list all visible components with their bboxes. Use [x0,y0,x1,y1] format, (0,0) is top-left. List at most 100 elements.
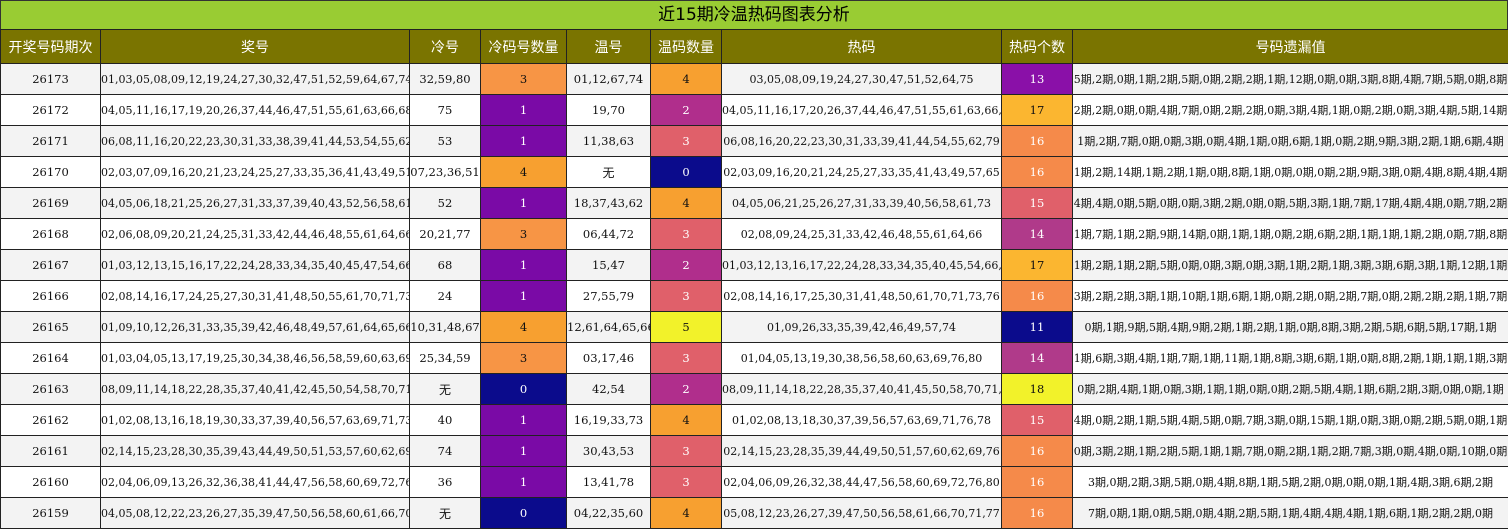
table-row: 26172 04,05,11,16,17,19,20,26,37,44,46,47… [0,94,1508,126]
missing-cell: 1期,2期,1期,2期,5期,0期,0期,3期,0期,3期,1期,2期,1期,3… [1072,249,1508,281]
numbers-cell: 02,14,15,23,28,30,35,39,43,44,49,50,51,5… [100,435,410,467]
warm-cell: 12,61,64,65,66 [566,311,651,343]
hot-count-cell: 17 [1001,94,1073,126]
period-cell: 26161 [0,435,101,467]
cold-cell: 36 [409,466,481,498]
hot-count-cell: 13 [1001,63,1073,95]
warm-count-cell: 2 [650,94,722,126]
cold-count-cell: 0 [480,497,567,529]
period-cell: 26160 [0,466,101,498]
header-cold-count: 冷码号数量 [480,29,567,64]
warm-count-cell: 4 [650,497,722,529]
hot-count-cell: 16 [1001,466,1073,498]
hot-cell: 02,08,09,24,25,31,33,42,46,48,55,61,64,6… [721,218,1002,250]
period-cell: 26166 [0,280,101,312]
warm-cell: 27,55,79 [566,280,651,312]
numbers-cell: 04,05,08,12,22,23,26,27,35,39,47,50,56,5… [100,497,410,529]
hot-cell: 08,09,11,14,18,22,28,35,37,40,41,45,50,5… [721,373,1002,405]
table-body: 26173 01,03,05,08,09,12,19,24,27,30,32,47… [0,63,1508,529]
period-cell: 26173 [0,63,101,95]
warm-cell: 11,38,63 [566,125,651,157]
cold-cell: 74 [409,435,481,467]
table-row: 26169 04,05,06,18,21,25,26,27,31,33,37,39… [0,187,1508,219]
cold-cell: 无 [409,373,481,405]
header-missing: 号码遗漏值 [1072,29,1508,64]
warm-cell: 01,12,67,74 [566,63,651,95]
missing-cell: 1期,2期,7期,0期,0期,3期,0期,4期,1期,0期,6期,1期,0期,2… [1072,125,1508,157]
missing-cell: 0期,2期,4期,1期,0期,3期,1期,1期,0期,0期,2期,5期,4期,1… [1072,373,1508,405]
hot-count-cell: 15 [1001,404,1073,436]
warm-cell: 16,19,33,73 [566,404,651,436]
table-row: 26165 01,09,10,12,26,31,33,35,39,42,46,48… [0,311,1508,343]
missing-cell: 1期,7期,1期,2期,9期,14期,0期,1期,1期,0期,2期,6期,2期,… [1072,218,1508,250]
cold-count-cell: 4 [480,311,567,343]
hot-count-cell: 18 [1001,373,1073,405]
period-cell: 26171 [0,125,101,157]
hot-cell: 02,04,06,09,26,32,38,44,47,56,58,60,69,7… [721,466,1002,498]
table-row: 26168 02,06,08,09,20,21,24,25,31,33,42,44… [0,218,1508,250]
hot-cell: 05,08,12,23,26,27,39,47,50,56,58,61,66,7… [721,497,1002,529]
table-row: 26167 01,03,12,13,15,16,17,22,24,28,33,34… [0,249,1508,281]
cold-count-cell: 1 [480,94,567,126]
cold-cell: 24 [409,280,481,312]
period-cell: 26172 [0,94,101,126]
hot-count-cell: 15 [1001,187,1073,219]
warm-count-cell: 3 [650,342,722,374]
hot-count-cell: 11 [1001,311,1073,343]
warm-cell: 42,54 [566,373,651,405]
cold-count-cell: 3 [480,342,567,374]
cold-cell: 25,34,59 [409,342,481,374]
period-cell: 26168 [0,218,101,250]
numbers-cell: 06,08,11,16,20,22,23,30,31,33,38,39,41,4… [100,125,410,157]
warm-count-cell: 5 [650,311,722,343]
period-cell: 26159 [0,497,101,529]
numbers-cell: 01,03,12,13,15,16,17,22,24,28,33,34,35,4… [100,249,410,281]
cold-cell: 32,59,80 [409,63,481,95]
numbers-cell: 04,05,11,16,17,19,20,26,37,44,46,47,51,5… [100,94,410,126]
cold-cell: 75 [409,94,481,126]
period-cell: 26162 [0,404,101,436]
hot-cell: 02,14,15,23,28,35,39,44,49,50,51,57,60,6… [721,435,1002,467]
warm-count-cell: 3 [650,218,722,250]
cold-cell: 无 [409,497,481,529]
missing-cell: 4期,4期,0期,5期,0期,0期,3期,2期,0期,0期,5期,3期,1期,7… [1072,187,1508,219]
warm-cell: 13,41,78 [566,466,651,498]
numbers-cell: 01,03,05,08,09,12,19,24,27,30,32,47,51,5… [100,63,410,95]
cold-count-cell: 0 [480,373,567,405]
cold-cell: 53 [409,125,481,157]
numbers-cell: 01,09,10,12,26,31,33,35,39,42,46,48,49,5… [100,311,410,343]
numbers-cell: 04,05,06,18,21,25,26,27,31,33,37,39,40,4… [100,187,410,219]
warm-cell: 18,37,43,62 [566,187,651,219]
warm-count-cell: 3 [650,125,722,157]
missing-cell: 0期,3期,2期,1期,2期,5期,1期,1期,7期,0期,2期,1期,2期,7… [1072,435,1508,467]
header-hot: 热码 [721,29,1002,64]
table-row: 26159 04,05,08,12,22,23,26,27,35,39,47,50… [0,497,1508,529]
warm-cell: 03,17,46 [566,342,651,374]
analysis-table: 开奖号码期次 奖号 冷号 冷码号数量 温号 温码数量 热码 热码个数 号码遗漏值… [0,29,1508,529]
missing-cell: 0期,1期,9期,5期,4期,9期,2期,1期,2期,1期,0期,8期,3期,2… [1072,311,1508,343]
warm-count-cell: 4 [650,404,722,436]
hot-count-cell: 16 [1001,156,1073,188]
missing-cell: 4期,0期,2期,1期,5期,4期,5期,0期,7期,3期,0期,15期,1期,… [1072,404,1508,436]
warm-cell: 19,70 [566,94,651,126]
warm-cell: 30,43,53 [566,435,651,467]
page-title: 近15期冷温热码图表分析 [0,0,1508,30]
cold-count-cell: 1 [480,125,567,157]
hot-cell: 01,03,12,13,16,17,22,24,28,33,34,35,40,4… [721,249,1002,281]
cold-cell: 20,21,77 [409,218,481,250]
cold-cell: 52 [409,187,481,219]
numbers-cell: 08,09,11,14,18,22,28,35,37,40,41,42,45,5… [100,373,410,405]
cold-count-cell: 3 [480,63,567,95]
cold-count-cell: 1 [480,187,567,219]
period-cell: 26165 [0,311,101,343]
header-period: 开奖号码期次 [0,29,101,64]
header-cold: 冷号 [409,29,481,64]
table-row: 26162 01,02,08,13,16,18,19,30,33,37,39,40… [0,404,1508,436]
hot-cell: 02,03,09,16,20,21,24,25,27,33,35,41,43,4… [721,156,1002,188]
hot-cell: 01,02,08,13,18,30,37,39,56,57,63,69,71,7… [721,404,1002,436]
cold-cell: 07,23,36,51 [409,156,481,188]
cold-count-cell: 1 [480,435,567,467]
cold-count-cell: 1 [480,404,567,436]
header-warm: 温号 [566,29,651,64]
table-row: 26171 06,08,11,16,20,22,23,30,31,33,38,39… [0,125,1508,157]
